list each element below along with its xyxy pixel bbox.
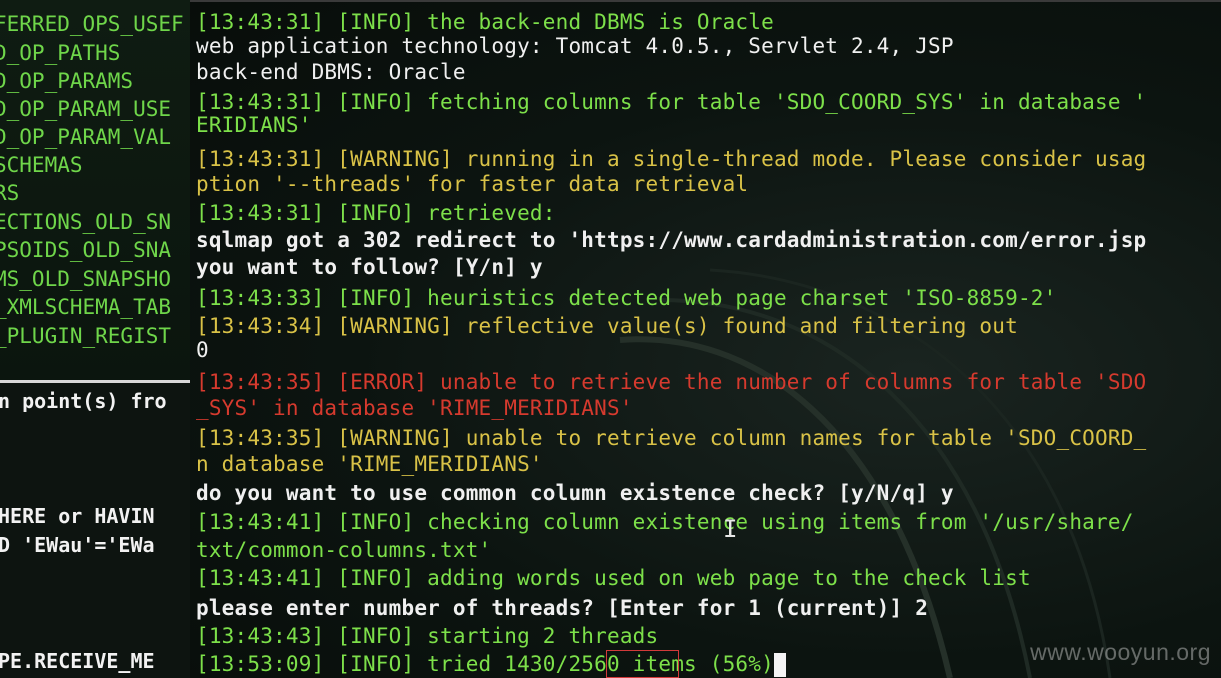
log-line: 0 bbox=[196, 338, 209, 362]
table-name-line: RS bbox=[0, 181, 20, 205]
highlight-box bbox=[606, 650, 679, 678]
log-line: txt/common-columns.txt' bbox=[196, 538, 492, 562]
table-name-line: PSOIDS_OLD_SNA bbox=[0, 238, 172, 262]
table-name-line: SCHEMAS bbox=[0, 153, 83, 177]
mouse-ibeam-icon: I bbox=[723, 515, 738, 543]
log-line: [13:43:31] [WARNING] running in a single… bbox=[196, 147, 1147, 171]
table-name-line: _XMLSCHEMA_TAB bbox=[0, 295, 172, 319]
output-line: PE.RECEIVE_ME bbox=[0, 649, 155, 673]
log-line: sqlmap got a 302 redirect to 'https://ww… bbox=[196, 228, 1147, 252]
watermark: www.wooyun.org bbox=[1030, 639, 1211, 665]
log-line: [13:43:31] [INFO] fetching columns for t… bbox=[196, 90, 1147, 114]
table-name-line: FERRED_OPS_USEF bbox=[0, 12, 184, 36]
progress-prefix: [13:53:09] [INFO] tried 1430/ bbox=[196, 652, 569, 676]
output-line: D 'EWau'='EWa bbox=[0, 533, 155, 557]
table-name-line: MS_OLD_SNAPSHO bbox=[0, 267, 172, 291]
background-terminal-table-list: FERRED_OPS_USEF D_OP_PATHS D_OP_PARAMS D… bbox=[0, 0, 196, 380]
table-name-line: D_OP_PATHS bbox=[0, 41, 121, 65]
background-terminal-output: n point(s) fro HERE or HAVIN D 'EWau'='E… bbox=[0, 383, 196, 678]
log-line: n database 'RIME_MERIDIANS' bbox=[196, 452, 543, 476]
log-line: web application technology: Tomcat 4.0.5… bbox=[196, 34, 954, 58]
log-line: [13:43:35] [WARNING] unable to retrieve … bbox=[196, 426, 1147, 450]
text-cursor bbox=[773, 653, 786, 677]
background-terminal: FERRED_OPS_USEF D_OP_PATHS D_OP_PARAMS D… bbox=[0, 0, 205, 678]
output-line: HERE or HAVIN bbox=[0, 504, 155, 528]
sqlmap-terminal-window[interactable]: [13:43:31] [INFO] the back-end DBMS is O… bbox=[190, 0, 1221, 678]
log-line: [13:43:33] [INFO] heuristics detected we… bbox=[196, 286, 1057, 310]
window-top-border bbox=[190, 0, 1221, 2]
table-name-line: D_OP_PARAM_VAL bbox=[0, 125, 172, 149]
log-line: back-end DBMS: Oracle bbox=[196, 60, 466, 84]
table-name-line: _PLUGIN_REGIST bbox=[0, 324, 172, 348]
log-line: [13:43:31] [INFO] retrieved: bbox=[196, 201, 556, 225]
table-name-line: ECTIONS_OLD_SN bbox=[0, 210, 172, 234]
output-line: n point(s) fro bbox=[0, 389, 167, 413]
log-line: you want to follow? [Y/n] y bbox=[196, 255, 543, 279]
log-line: [13:43:35] [ERROR] unable to retrieve th… bbox=[196, 370, 1147, 394]
log-line: [13:43:41] [INFO] checking column existe… bbox=[196, 510, 1134, 534]
log-line: [13:43:41] [INFO] adding words used on w… bbox=[196, 566, 1031, 590]
log-line: do you want to use common column existen… bbox=[196, 481, 954, 505]
log-line: please enter number of threads? [Enter f… bbox=[196, 596, 929, 620]
log-line: [13:43:43] [INFO] starting 2 threads bbox=[196, 624, 659, 648]
log-line: _SYS' in database 'RIME_MERIDIANS' bbox=[196, 396, 633, 420]
table-name-line: D_OP_PARAMS bbox=[0, 69, 134, 93]
log-line: [13:43:31] [INFO] the back-end DBMS is O… bbox=[196, 10, 774, 34]
log-line: ption '--threads' for faster data retrie… bbox=[196, 172, 749, 196]
log-line: ERIDIANS' bbox=[196, 113, 312, 137]
progress-line: [13:53:09] [INFO] tried 1430/2560 items … bbox=[196, 651, 786, 677]
table-name-line: D_OP_PARAM_USE bbox=[0, 97, 172, 121]
log-line: [13:43:34] [WARNING] reflective value(s)… bbox=[196, 314, 1018, 338]
